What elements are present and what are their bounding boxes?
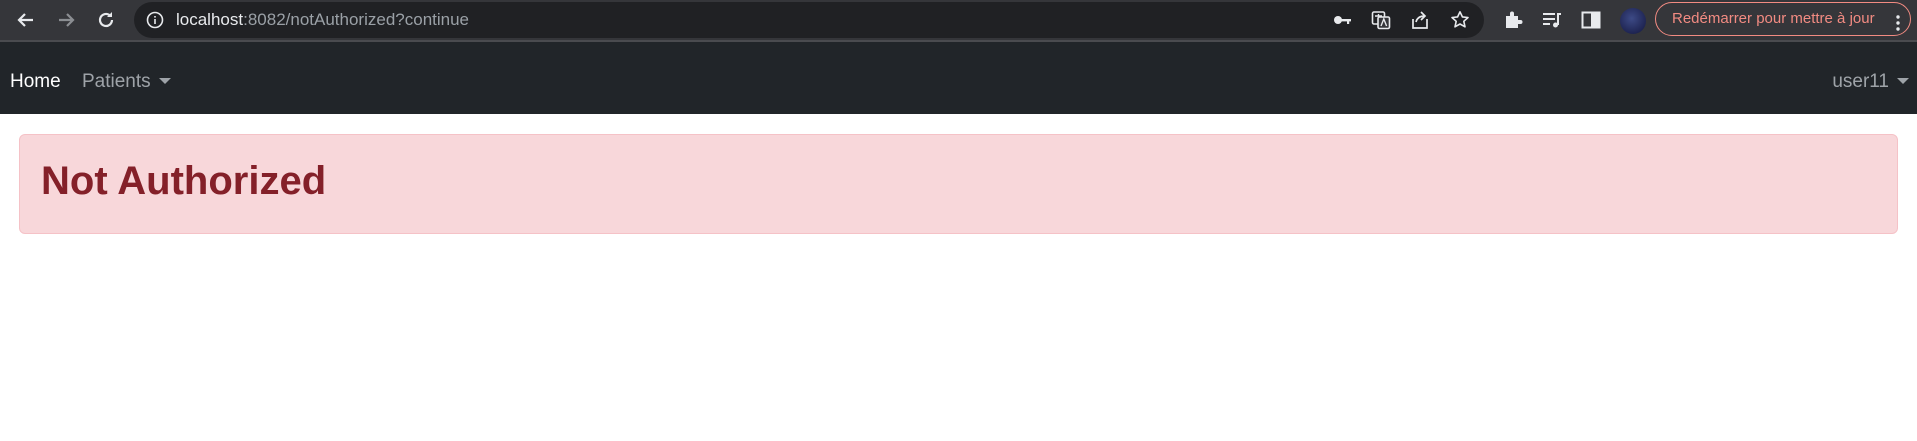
site-info-icon[interactable] [146,11,164,29]
caret-down-icon [158,78,171,84]
caret-down-icon [1897,78,1909,84]
reload-icon[interactable] [91,5,121,35]
address-bar[interactable]: localhost:8082/notAuthorized?continue [134,2,1484,38]
url-host: localhost [176,10,244,29]
back-icon[interactable] [11,5,41,35]
key-icon[interactable] [1332,10,1352,30]
nav-patients-dropdown[interactable]: Patients [82,42,171,114]
forward-icon[interactable] [51,5,81,35]
translate-icon[interactable] [1371,10,1391,30]
profile-avatar[interactable] [1620,8,1646,34]
app-navbar: Home Patients user11 [0,42,1917,114]
restart-update-label: Redémarrer pour mettre à jour [1672,10,1875,27]
url-text: localhost:8082/notAuthorized?continue [176,2,469,38]
url-path: :8082/notAuthorized?continue [243,10,470,29]
media-playlist-icon[interactable] [1541,9,1563,31]
restart-update-button[interactable]: Redémarrer pour mettre à jour [1655,2,1911,36]
more-vert-icon[interactable] [1896,11,1900,31]
not-authorized-alert: Not Authorized [19,134,1898,234]
alert-heading: Not Authorized [41,159,327,203]
bookmark-star-icon[interactable] [1450,10,1470,30]
user-menu-label: user11 [1832,71,1889,92]
user-menu-dropdown[interactable]: user11 [1832,42,1909,114]
share-icon[interactable] [1410,10,1430,30]
browser-toolbar: localhost:8082/notAuthorized?continue Re… [0,0,1917,42]
nav-patients-label: Patients [82,71,151,92]
extensions-icon[interactable] [1502,9,1524,31]
side-panel-icon[interactable] [1580,9,1602,31]
nav-home-link[interactable]: Home [10,42,61,114]
